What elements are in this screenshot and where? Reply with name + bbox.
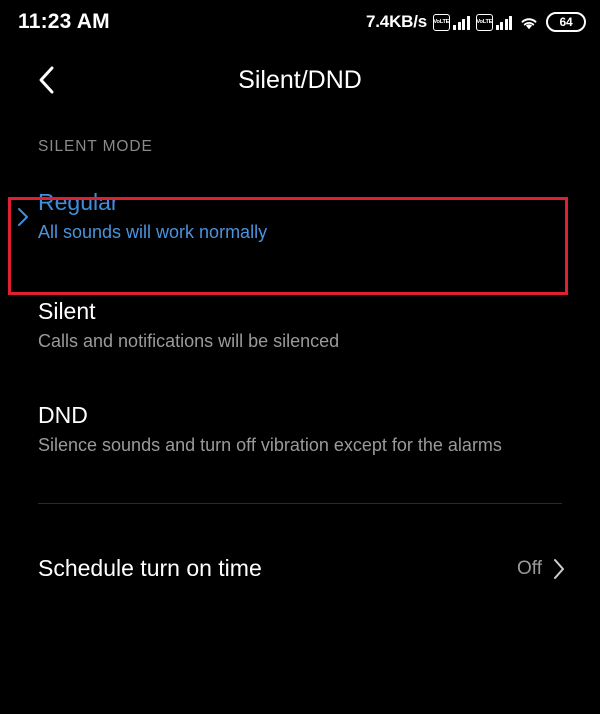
volte-icon: VoLTE — [475, 13, 493, 31]
list-item-silent[interactable]: Silent Calls and notifications will be s… — [0, 286, 600, 364]
wifi-icon — [521, 17, 537, 29]
section-header-silent-mode: SILENT MODE — [38, 138, 153, 155]
page-title: Silent/DND — [238, 65, 362, 94]
list-item-subtitle: Silence sounds and turn off vibration ex… — [38, 435, 502, 456]
list-item-title: Silent — [38, 298, 96, 325]
list-item-subtitle: All sounds will work normally — [38, 221, 268, 242]
list-bottom-spacer — [0, 469, 600, 503]
volte-icon-label: VoLTE — [433, 19, 450, 25]
status-bar: 11:23 AM 7.4KB/s VoLTE VoLTE 64 — [0, 0, 600, 44]
list-item-title: DND — [38, 402, 88, 429]
list-item-title: Regular — [38, 189, 119, 215]
divider-bottom-spacer — [0, 504, 600, 538]
network-speed-text: 7.4KB/s — [366, 12, 427, 31]
schedule-turn-on-time-row[interactable]: Schedule turn on time Off — [0, 538, 600, 600]
list-item-dnd[interactable]: DND Silence sounds and turn off vibratio… — [0, 390, 600, 468]
schedule-value-group: Off — [517, 557, 566, 581]
chevron-left-icon — [39, 66, 54, 94]
battery-icon: 64 — [546, 12, 586, 32]
status-time: 11:23 AM — [18, 10, 110, 33]
back-button[interactable] — [18, 52, 74, 108]
schedule-label: Schedule turn on time — [38, 555, 262, 582]
app-bar: Silent/DND — [0, 44, 600, 116]
list-item-subtitle: Calls and notifications will be silenced — [38, 331, 340, 352]
signal-bars-icon — [495, 14, 512, 30]
sim2-indicator: VoLTE — [475, 13, 512, 31]
signal-bars-icon — [453, 14, 470, 30]
volte-icon-label: VoLTE — [476, 19, 492, 25]
silent-mode-list: Regular All sounds will work normally Si… — [0, 174, 600, 469]
schedule-value: Off — [517, 557, 542, 579]
selected-row-chevron — [16, 206, 30, 228]
chevron-right-icon — [554, 558, 564, 579]
volte-icon: VoLTE — [433, 13, 450, 31]
chevron-right-icon — [18, 208, 28, 227]
sim1-indicator: VoLTE — [433, 13, 470, 31]
list-item-regular[interactable]: Regular All sounds will work normally — [0, 174, 600, 260]
battery-level-label: 64 — [559, 15, 573, 29]
status-icons: 7.4KB/s VoLTE VoLTE 64 — [366, 12, 586, 32]
